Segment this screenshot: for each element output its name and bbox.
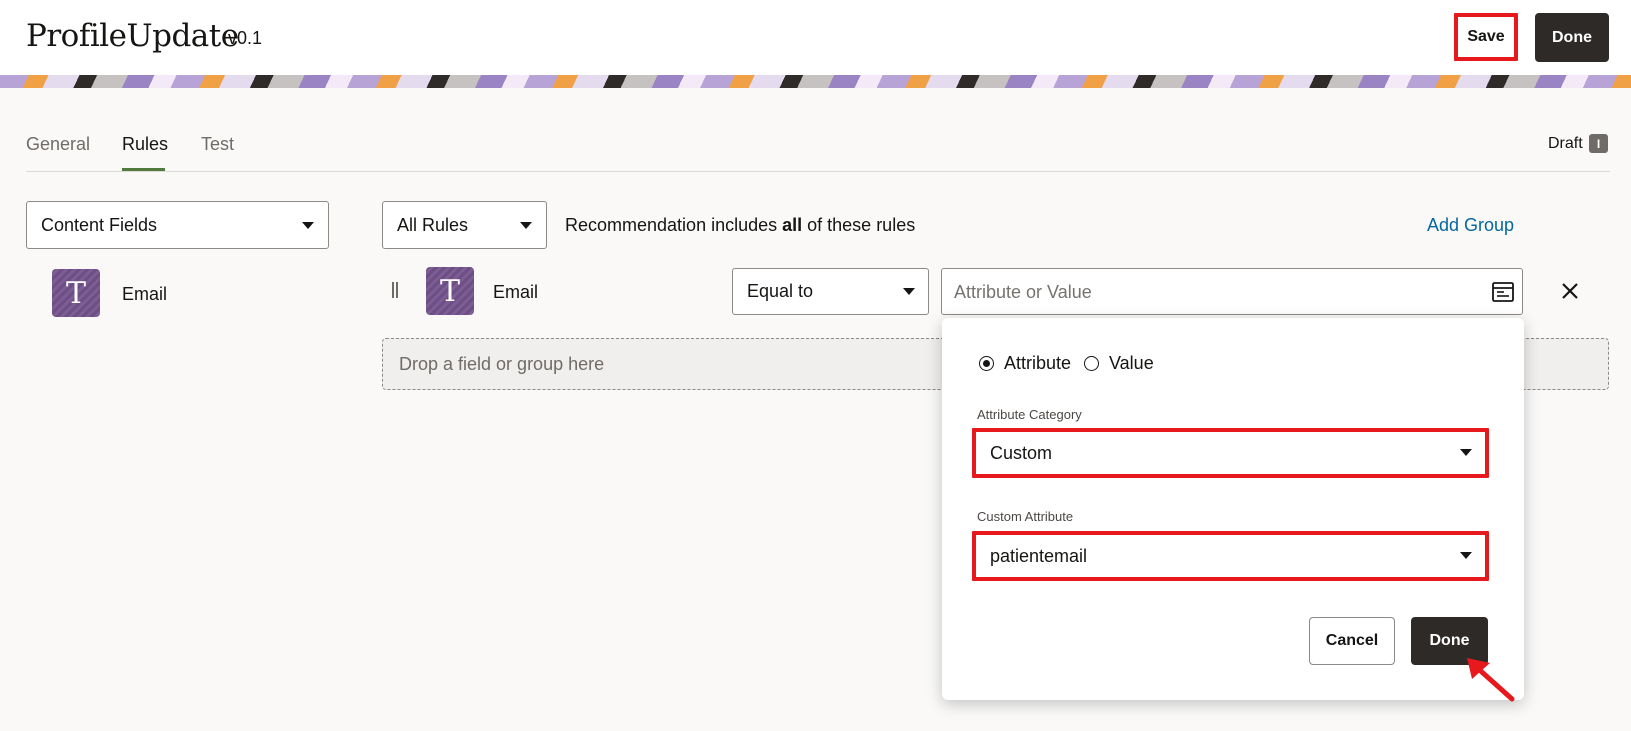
custom-attribute-select[interactable]: patientemail xyxy=(972,531,1489,581)
close-icon[interactable] xyxy=(1558,279,1582,303)
app-header: ProfileUpdate v0.1 Save Done xyxy=(0,0,1631,75)
decorative-banner xyxy=(0,75,1631,88)
rule-description: Recommendation includes all of these rul… xyxy=(565,215,916,235)
radio-value-label[interactable]: Value xyxy=(1109,353,1154,374)
operator-select[interactable]: Equal to xyxy=(732,268,929,315)
drop-zone-text: Drop a field or group here xyxy=(399,354,605,374)
field-item-email[interactable]: Email xyxy=(122,284,167,305)
attribute-popup: Attribute Value Attribute Category Custo… xyxy=(942,318,1524,700)
content-fields-select[interactable]: Content Fields xyxy=(26,201,329,249)
radio-attribute-label[interactable]: Attribute xyxy=(1004,353,1071,374)
attribute-category-label: Attribute Category xyxy=(977,407,1082,422)
chevron-down-icon xyxy=(903,288,915,295)
chevron-down-icon xyxy=(520,222,532,229)
save-button[interactable]: Save xyxy=(1454,13,1518,61)
attribute-picker-icon[interactable] xyxy=(1491,280,1515,304)
attribute-category-value: Custom xyxy=(990,442,1053,463)
attribute-or-value-input[interactable] xyxy=(952,279,1472,305)
annotation-arrow-icon xyxy=(1467,658,1515,702)
chevron-down-icon xyxy=(302,222,314,229)
rule-match-select[interactable]: All Rules xyxy=(382,201,547,249)
status-badge: I xyxy=(1589,134,1608,153)
radio-attribute[interactable] xyxy=(979,356,994,371)
rule-match-select-value: All Rules xyxy=(397,214,469,235)
drag-handle-icon[interactable] xyxy=(392,282,398,298)
attribute-or-value-field[interactable] xyxy=(941,268,1523,315)
done-button[interactable]: Done xyxy=(1535,13,1609,62)
text-type-icon: T xyxy=(426,267,474,315)
chevron-down-icon xyxy=(1460,552,1472,559)
tab-test[interactable]: Test xyxy=(201,134,234,155)
text-type-icon: T xyxy=(52,269,100,317)
add-group-link[interactable]: Add Group xyxy=(1427,215,1514,236)
content-fields-select-value: Content Fields xyxy=(41,214,158,235)
chevron-down-icon xyxy=(1460,449,1472,456)
active-tab-indicator xyxy=(122,168,165,171)
attribute-category-select[interactable]: Custom xyxy=(972,428,1489,478)
app-version: v0.1 xyxy=(228,28,263,48)
radio-value[interactable] xyxy=(1084,356,1099,371)
cancel-button[interactable]: Cancel xyxy=(1309,617,1395,665)
operator-select-value: Equal to xyxy=(747,281,814,301)
custom-attribute-value: patientemail xyxy=(990,545,1088,566)
rule-field-label: Email xyxy=(493,282,539,302)
tab-general[interactable]: General xyxy=(26,134,90,155)
app-title: ProfileUpdate xyxy=(26,18,239,54)
tab-rules[interactable]: Rules xyxy=(122,134,168,155)
status-label: Draft xyxy=(1548,135,1583,152)
custom-attribute-label: Custom Attribute xyxy=(977,509,1074,524)
tab-bar: General Rules Test xyxy=(26,120,1610,172)
